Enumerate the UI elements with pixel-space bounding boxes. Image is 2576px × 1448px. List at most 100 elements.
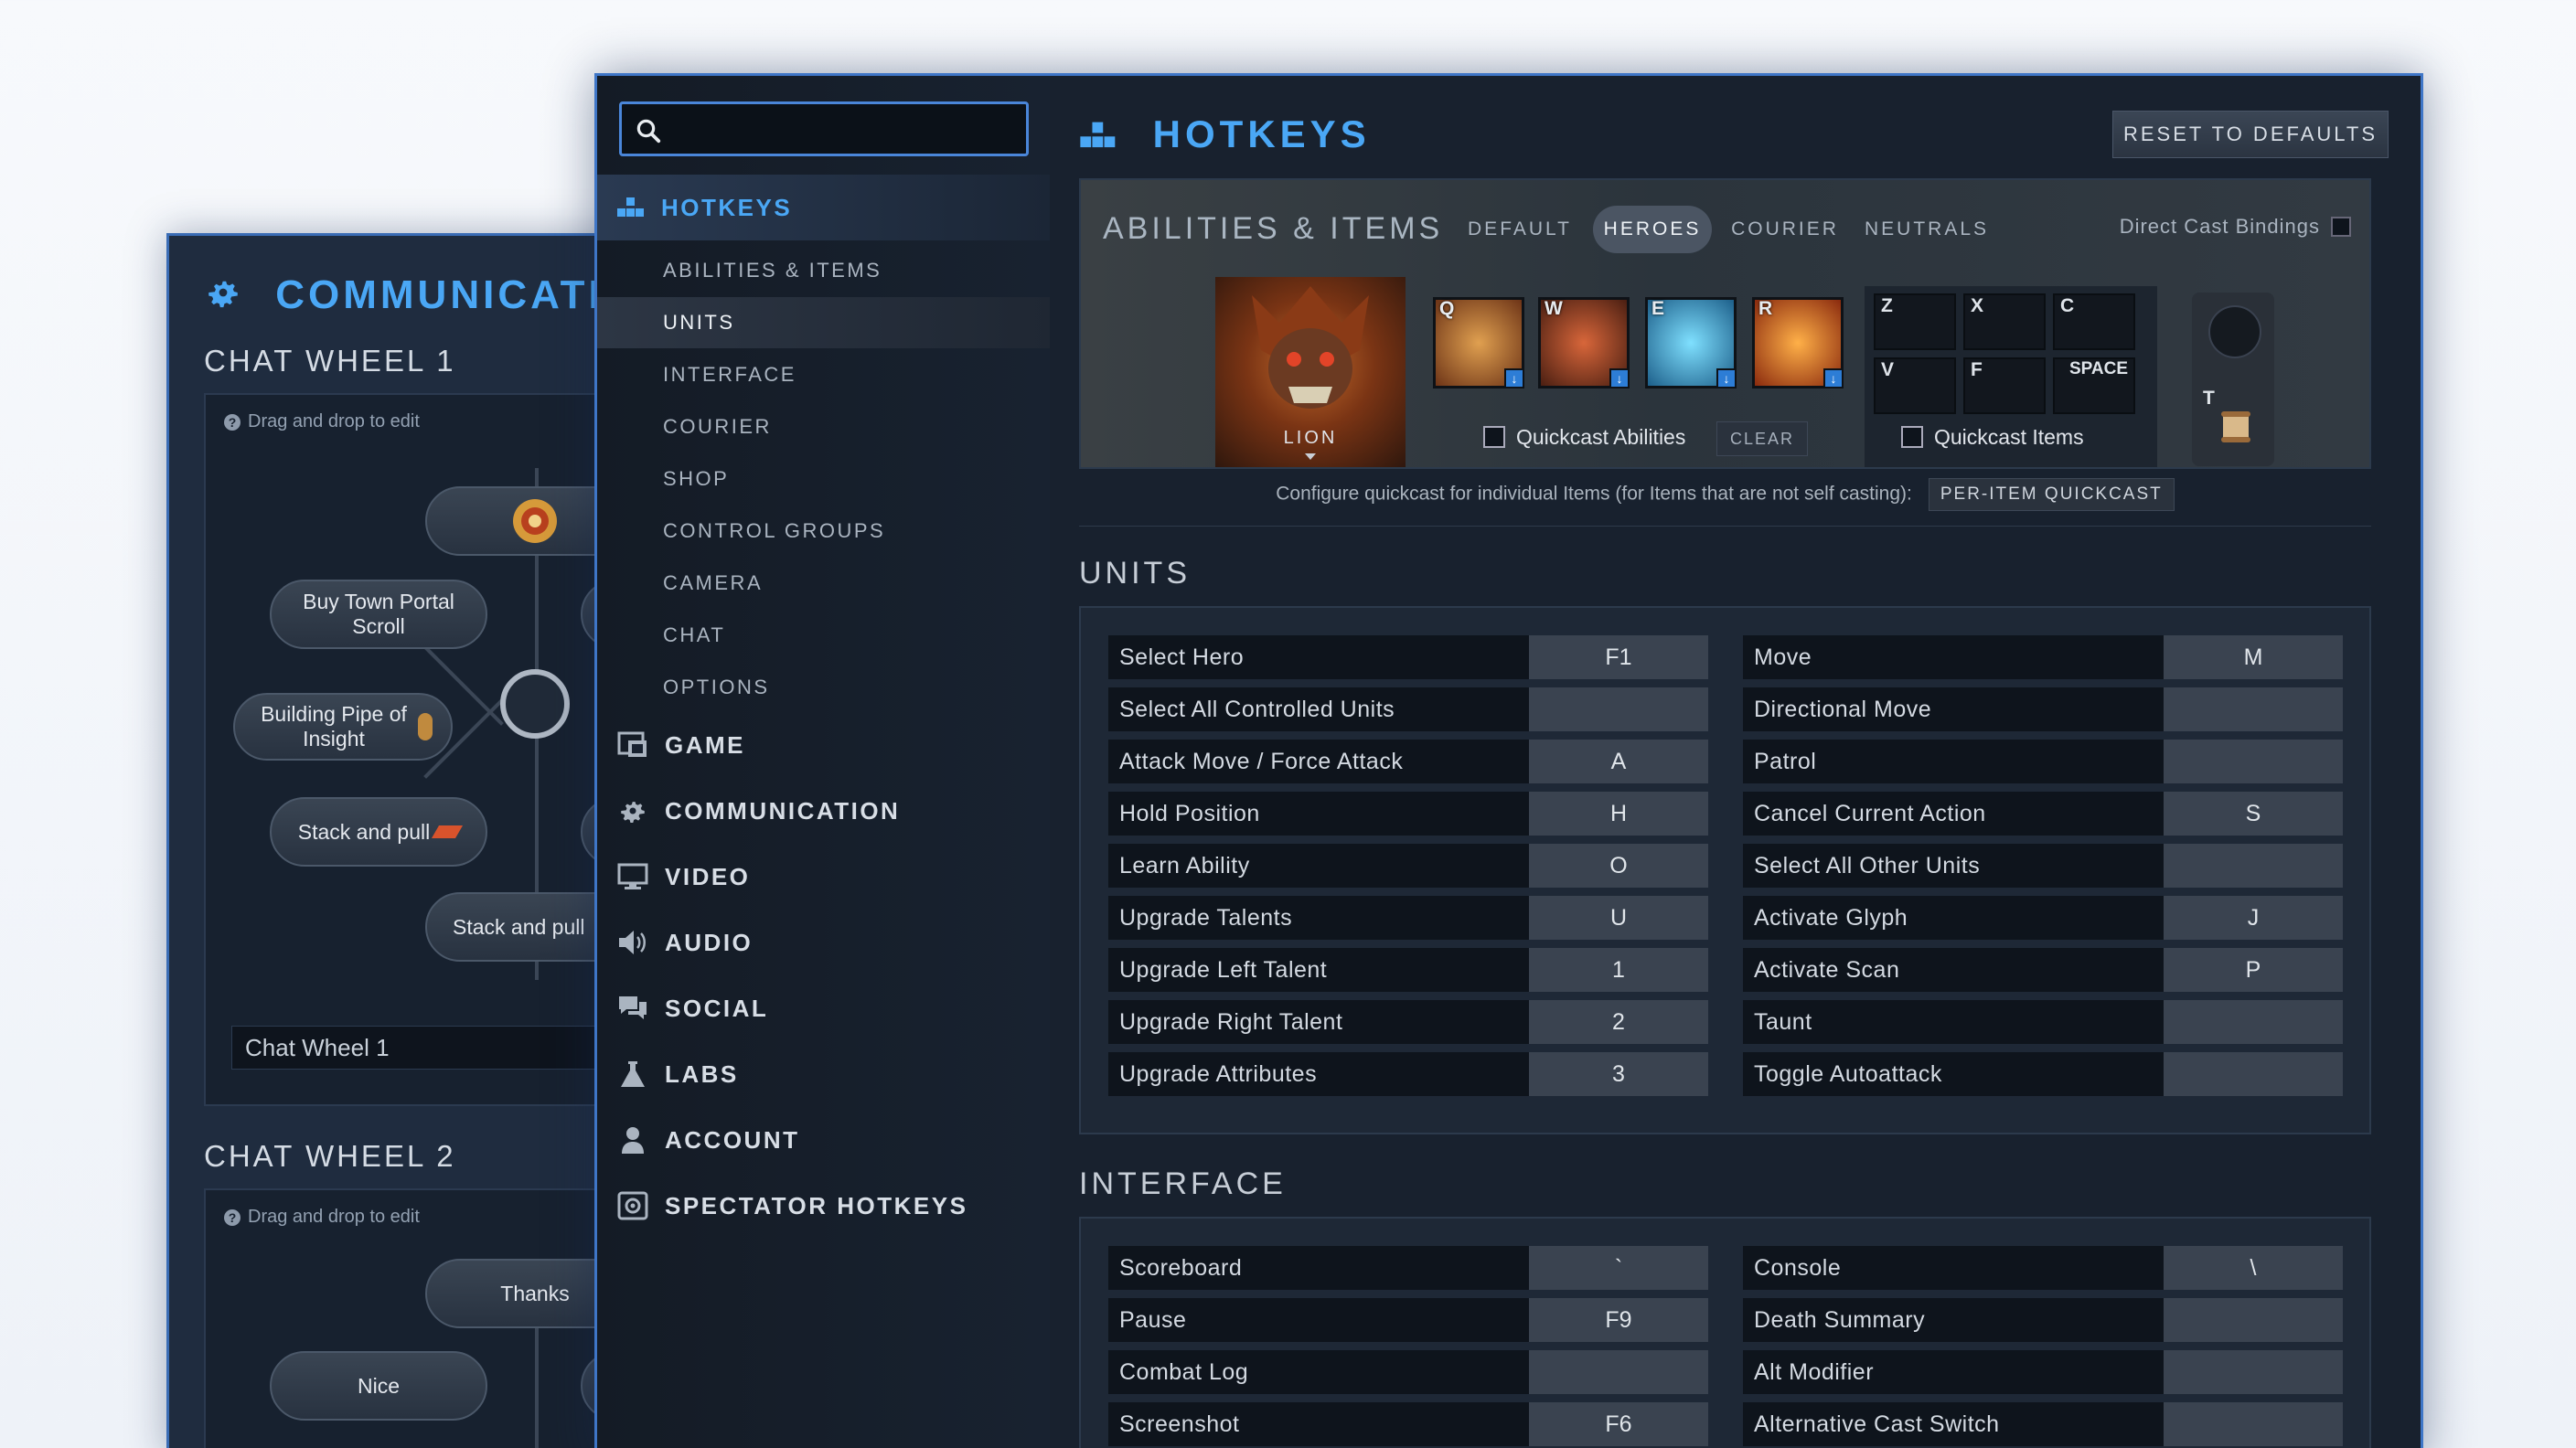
sidebar-sub-shop[interactable]: SHOP — [597, 453, 1050, 505]
chat-wheel-slot[interactable]: Building Pipe of Insight — [233, 693, 453, 761]
quickcast-abilities-toggle[interactable]: Quickcast Abilities — [1483, 425, 1685, 450]
drag-hint-text: Drag and drop to edit — [248, 411, 420, 431]
sidebar-item-account[interactable]: ACCOUNT — [597, 1107, 1050, 1173]
sidebar-item-audio[interactable]: AUDIO — [597, 910, 1050, 975]
keybind-row: Upgrade Left Talent 1 — [1108, 948, 1708, 992]
sidebar-sub-camera[interactable]: CAMERA — [597, 558, 1050, 609]
item-slot-x[interactable]: X — [1963, 293, 2046, 350]
keybind-label: Taunt — [1743, 1000, 2164, 1044]
keybind-key-button[interactable]: O — [1529, 844, 1708, 888]
sidebar-item-label: ACCOUNT — [665, 1125, 800, 1154]
keybind-key-button[interactable]: U — [1529, 896, 1708, 940]
tab-heroes[interactable]: HEROES — [1593, 206, 1712, 253]
keybind-key-button[interactable] — [2164, 1000, 2343, 1044]
chat-wheel-slot[interactable]: Stack and pull — [270, 797, 487, 867]
sidebar-sub-control-groups[interactable]: CONTROL GROUPS — [597, 506, 1050, 557]
keybind-label: Alt Modifier — [1743, 1350, 2164, 1394]
sidebar-sub-courier[interactable]: COURIER — [597, 401, 1050, 452]
item-slot-space[interactable]: SPACE — [2053, 357, 2135, 414]
tp-key: T — [2203, 388, 2215, 409]
reset-to-defaults-button[interactable]: RESET TO DEFAULTS — [2112, 111, 2389, 158]
chat-wheel-name-input[interactable]: Chat Wheel 1 — [231, 1026, 636, 1070]
tab-courier[interactable]: COURIER — [1726, 206, 1844, 253]
tab-neutrals[interactable]: NEUTRALS — [1858, 206, 1995, 253]
item-slot-c[interactable]: C — [2053, 293, 2135, 350]
keybind-key-button[interactable] — [2164, 1350, 2343, 1394]
keybind-key-button[interactable]: A — [1529, 740, 1708, 783]
keybind-key-button[interactable]: F9 — [1529, 1298, 1708, 1342]
ability-slot-r[interactable]: R ↓ — [1752, 297, 1844, 389]
tp-slot[interactable]: T — [2192, 293, 2274, 466]
speaker-icon — [619, 931, 646, 954]
sidebar-sub-chat[interactable]: CHAT — [597, 610, 1050, 661]
keybind-key-button[interactable]: F1 — [1529, 635, 1708, 679]
chat-wheel-slot[interactable]: Buy Town Portal Scroll — [270, 580, 487, 649]
keybind-key-button[interactable]: 3 — [1529, 1052, 1708, 1096]
keybind-label: Activate Glyph — [1743, 896, 2164, 940]
sidebar-item-labs[interactable]: LABS — [597, 1041, 1050, 1107]
per-item-quickcast-button[interactable]: PER-ITEM QUICKCAST — [1928, 478, 2175, 511]
keybind-key-button[interactable]: P — [2164, 948, 2343, 992]
chat-wheel-slot[interactable]: Nice — [270, 1351, 487, 1421]
sidebar-sub-units[interactable]: UNITS — [597, 297, 1050, 348]
clear-button[interactable]: CLEAR — [1716, 421, 1808, 456]
keybind-key-button[interactable]: 2 — [1529, 1000, 1708, 1044]
direct-cast-bindings-toggle[interactable]: Direct Cast Bindings — [2120, 215, 2351, 239]
camera-icon — [617, 1191, 648, 1220]
keybind-key-button[interactable] — [2164, 687, 2343, 731]
keybind-label: Learn Ability — [1108, 844, 1529, 888]
quickcast-items-toggle[interactable]: Quickcast Items — [1901, 425, 2084, 450]
sidebar-item-social[interactable]: SOCIAL — [597, 975, 1050, 1041]
item-slot-f[interactable]: F — [1963, 357, 2046, 414]
keybind-key-button[interactable]: F6 — [1529, 1402, 1708, 1446]
tab-default[interactable]: DEFAULT — [1465, 206, 1575, 253]
sidebar-sub-interface[interactable]: INTERFACE — [597, 349, 1050, 400]
item-slot-z[interactable]: Z — [1874, 293, 1956, 350]
direct-cast-checkbox[interactable] — [2331, 217, 2351, 237]
ability-slot-e[interactable]: E ↓ — [1645, 297, 1737, 389]
keybind-key-button[interactable]: J — [2164, 896, 2343, 940]
keybind-key-button[interactable] — [2164, 844, 2343, 888]
ability-key: R — [1758, 298, 1773, 319]
sidebar-item-label: COMMUNICATION — [665, 796, 901, 825]
page-title: HOTKEYS — [1079, 112, 1371, 156]
keybind-key-button[interactable] — [2164, 740, 2343, 783]
search-input[interactable] — [619, 101, 1029, 156]
drag-hint-text: Drag and drop to edit — [248, 1207, 420, 1227]
keybind-key-button[interactable]: ` — [1529, 1246, 1708, 1290]
user-icon — [622, 1127, 644, 1154]
keybind-row: Upgrade Talents U — [1108, 896, 1708, 940]
sidebar-item-spectator-hotkeys[interactable]: SPECTATOR HOTKEYS — [597, 1173, 1050, 1239]
help-icon: ? — [224, 1209, 240, 1226]
chat-wheel-slot-label: Stack and pull — [297, 819, 431, 844]
keybind-key-button[interactable]: 1 — [1529, 948, 1708, 992]
sidebar-item-game[interactable]: GAME — [597, 712, 1050, 778]
keybind-label: Select Hero — [1108, 635, 1529, 679]
keybind-key-button[interactable] — [2164, 1298, 2343, 1342]
keybind-key-button[interactable] — [2164, 1052, 2343, 1096]
hero-portrait[interactable]: LION — [1215, 277, 1406, 467]
sidebar-sub-options[interactable]: OPTIONS — [597, 662, 1050, 713]
keybind-key-button[interactable] — [1529, 1350, 1708, 1394]
keybind-key-button[interactable]: S — [2164, 792, 2343, 836]
item-slot-v[interactable]: V — [1874, 357, 1956, 414]
keybind-row: Learn Ability O — [1108, 844, 1708, 888]
monitor-icon — [617, 863, 648, 889]
sidebar-item-communication[interactable]: COMMUNICATION — [597, 778, 1050, 844]
keybind-key-button[interactable]: \ — [2164, 1246, 2343, 1290]
keybind-key-button[interactable]: M — [2164, 635, 2343, 679]
quickcast-abilities-checkbox[interactable] — [1483, 426, 1505, 448]
pipe-icon — [417, 713, 433, 740]
ability-slot-q[interactable]: Q ↓ — [1433, 297, 1524, 389]
sidebar-item-hotkeys[interactable]: HOTKEYS — [597, 175, 1050, 240]
keybind-key-button[interactable]: H — [1529, 792, 1708, 836]
ability-slot-w[interactable]: W ↓ — [1538, 297, 1630, 389]
sidebar-item-video[interactable]: VIDEO — [597, 844, 1050, 910]
interface-keybinds: Scoreboard ` Pause F9 Combat Log Screenshot F6… — [1079, 1217, 2371, 1448]
chat-wheel-2-title: CHAT WHEEL 2 — [204, 1139, 456, 1173]
keybind-row: Activate Scan P — [1743, 948, 2343, 992]
keybind-key-button[interactable] — [1529, 687, 1708, 731]
sidebar-sub-abilities-items[interactable]: ABILITIES & ITEMS — [597, 245, 1050, 296]
quickcast-items-checkbox[interactable] — [1901, 426, 1923, 448]
keybind-key-button[interactable] — [2164, 1402, 2343, 1446]
